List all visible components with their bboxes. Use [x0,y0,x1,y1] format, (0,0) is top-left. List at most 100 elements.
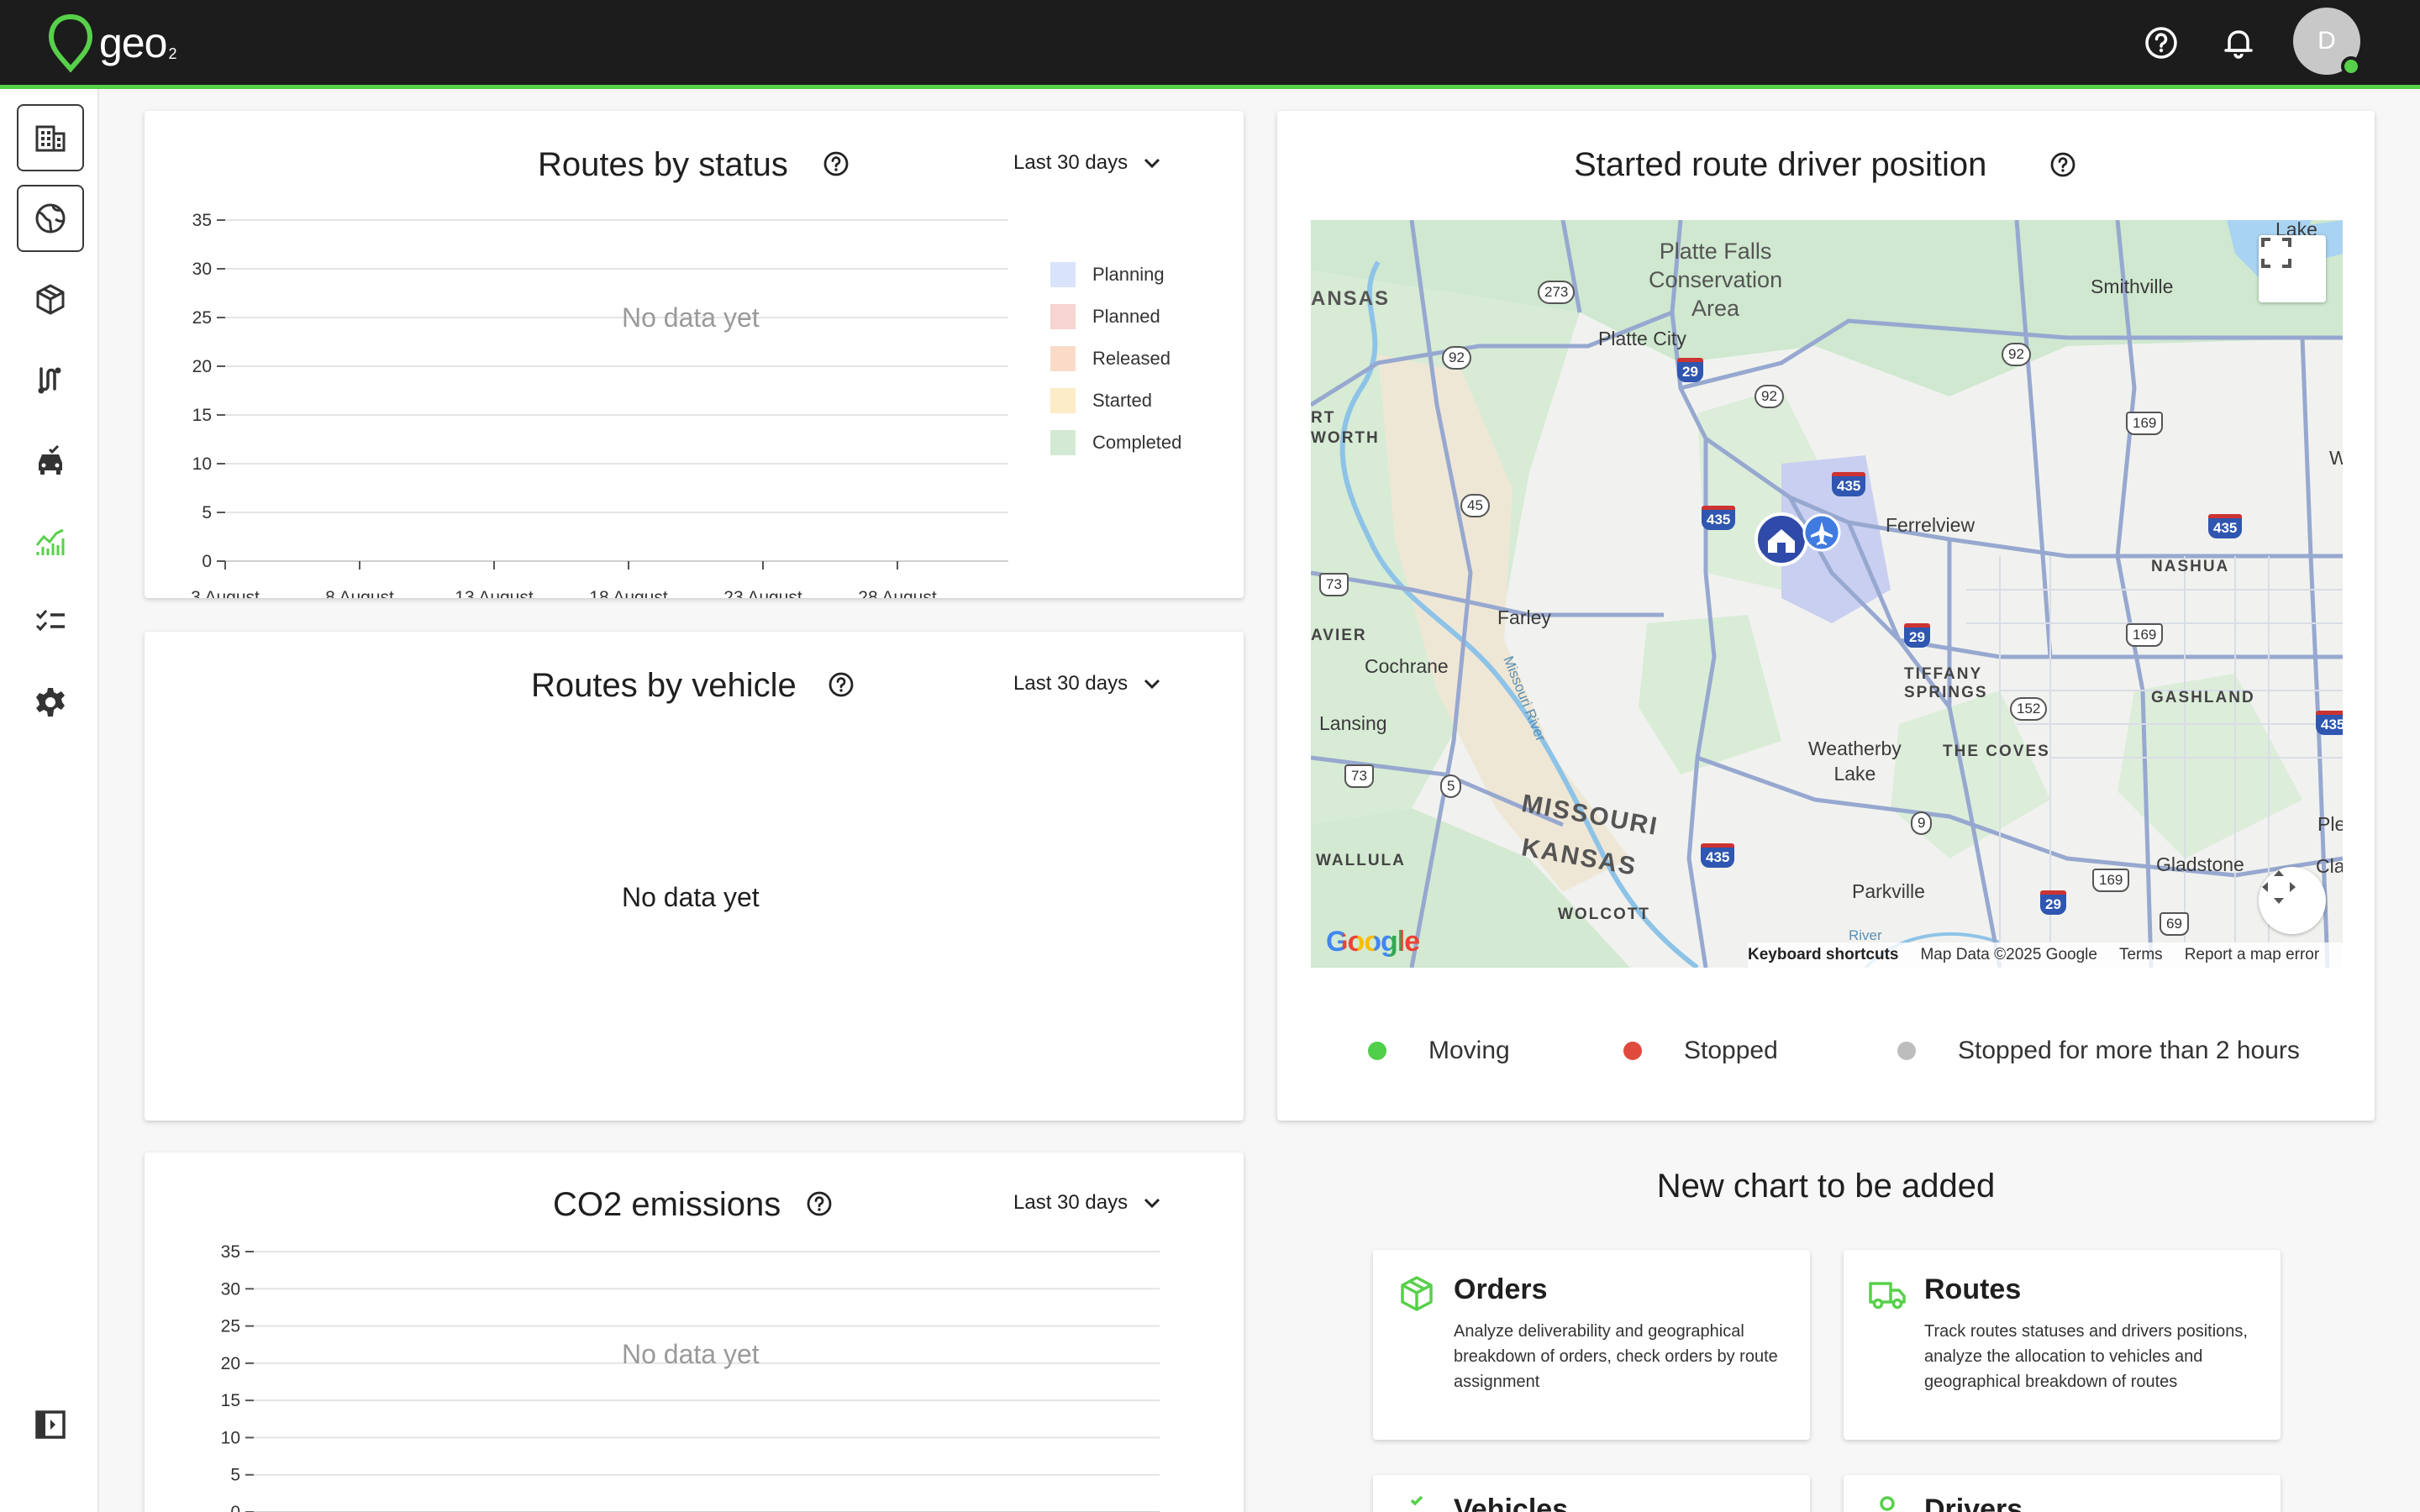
nav-routes[interactable] [17,346,84,413]
map-label-parkville: Parkville [1852,880,1925,902]
app-logo[interactable]: geo 2 [47,12,176,74]
routes-by-vehicle-title: Routes by vehicle [531,667,797,704]
map-label-cla-fragment: Cla [2316,855,2343,877]
period-dropdown[interactable]: Last 30 days [1013,672,1161,696]
report-map-error-link[interactable]: Report a map error [2185,946,2320,964]
y-tick-label: 5 [230,1466,240,1485]
keyboard-shortcuts-link[interactable]: Keyboard shortcuts [1748,946,1898,964]
add-drivers-chart-card[interactable]: Drivers [1844,1475,2281,1512]
legend-item[interactable]: Started [1050,380,1181,422]
x-tick-label: 8 August [325,588,394,598]
package-icon [36,284,65,315]
online-status-dot [2341,56,2361,76]
nav-vehicles[interactable] [17,427,84,494]
map-label-platte-falls: Platte Falls Conservation Area [1649,239,1783,321]
legend-stopped-label: Stopped [1684,1037,1778,1064]
highway-shield: 169 [2126,623,2164,647]
nav-map[interactable] [17,185,84,252]
nav-analytics[interactable] [17,507,84,575]
legend-item[interactable]: Planned [1050,296,1181,338]
help-circle-icon[interactable] [2049,150,2077,179]
highway-shield: 152 [2010,697,2048,721]
legend-swatch [1050,430,1076,455]
interstate-shield: 29 [1904,623,1930,648]
highway-shield: 69 [2160,912,2189,936]
gear-icon [36,688,65,717]
y-tick-label: 15 [221,1391,240,1410]
highway-shield: 273 [1538,281,1576,304]
option-title: Orders [1454,1273,1548,1305]
legend-item[interactable]: Completed [1050,422,1181,464]
map-label-cochrane: Cochrane [1365,655,1449,677]
help-circle-icon[interactable] [822,150,850,178]
legend-label: Planning [1092,264,1165,285]
legend-stopped-long: Stopped for more than 2 hours [1897,1037,2300,1065]
y-tick-label: 25 [192,308,212,328]
add-vehicles-chart-card[interactable]: Vehicles [1373,1475,1810,1512]
map-label-platte-city: Platte City [1598,328,1686,349]
legend-label: Started [1092,390,1152,411]
legend-moving-label: Moving [1428,1037,1510,1064]
legend-item[interactable]: Released [1050,338,1181,380]
sidebar-toggle-icon [35,1410,66,1439]
map-camera-control[interactable] [2259,867,2326,934]
map-label-worth-fragment: RT WORTH [1311,409,1380,447]
option-title: Drivers [1924,1494,2023,1512]
help-circle-icon[interactable] [805,1189,834,1218]
logo-subscript: 2 [168,45,177,62]
nav-organization[interactable] [17,104,84,171]
map-label-the-coves: THE COVES [1943,743,2050,760]
map-data-text: Map Data ©2025 Google [1920,946,2097,963]
nav-orders[interactable] [17,265,84,333]
building-icon [35,125,66,152]
period-dropdown[interactable]: Last 30 days [1013,151,1161,175]
airport-icon [1802,513,1841,552]
map-label-ferrelview: Ferrelview [1886,514,1975,536]
legend-swatch [1050,262,1076,287]
terms-link[interactable]: Terms [2119,946,2163,964]
legend-swatch [1050,304,1076,329]
sidebar [0,89,99,1512]
help-circle-icon[interactable] [827,670,855,699]
driver-position-title: Started route driver position [1574,146,1987,183]
map-fullscreen-button[interactable] [2259,235,2326,302]
bell-icon[interactable] [2219,24,2258,62]
fullscreen-icon [2261,238,2291,268]
legend-swatch [1050,346,1076,371]
geo-pin-logo-icon [48,13,93,72]
map-label-wallula: WALLULA [1316,852,1406,869]
chevron-down-icon [1144,679,1160,690]
highway-shield: 9 [1911,811,1933,835]
chevron-down-icon [1144,158,1160,169]
highway-shield: 92 [1754,385,1784,408]
nav-settings[interactable] [17,669,84,736]
vehicle-icon [39,444,62,475]
legend-item[interactable]: Planning [1050,254,1181,296]
period-dropdown[interactable]: Last 30 days [1013,1191,1161,1215]
stopped-dot [1623,1042,1642,1060]
highway-shield: 45 [1460,494,1490,517]
chevron-down-icon [1144,1198,1160,1209]
sidebar-collapse-button[interactable] [17,1391,84,1458]
interstate-shield: 435 [2316,711,2343,735]
map-label-gladstone: Gladstone [2156,853,2244,875]
y-tick-label: 10 [192,454,212,474]
add-routes-chart-card[interactable]: Routes Track routes statuses and drivers… [1844,1250,2281,1440]
y-tick-label: 35 [221,1242,240,1262]
map-view[interactable]: Platte Falls Conservation Area Smithvill… [1311,220,2343,968]
status-legend: Planning Planned Released Started Completed [1050,254,1181,464]
interstate-shield: 435 [1832,472,1866,496]
package-icon [1401,1276,1433,1311]
map-label-ple-fragment: Ple [2317,813,2343,835]
help-circle-icon[interactable] [2142,24,2181,62]
map-attribution: Keyboard shortcuts Map Data ©2025 Google… [1748,942,2343,968]
option-title: Vehicles [1454,1494,1569,1512]
y-tick-label: 20 [192,357,212,376]
highway-shield: 169 [2126,412,2164,435]
add-orders-chart-card[interactable]: Orders Analyze deliverability and geogra… [1373,1250,1810,1440]
no-data-message: No data yet [622,882,760,912]
nav-tasks[interactable] [17,588,84,655]
y-tick-label: 20 [221,1354,240,1373]
y-tick-label: 5 [202,503,212,522]
map-label-weatherby-lake: Weatherby Lake [1808,738,1902,785]
